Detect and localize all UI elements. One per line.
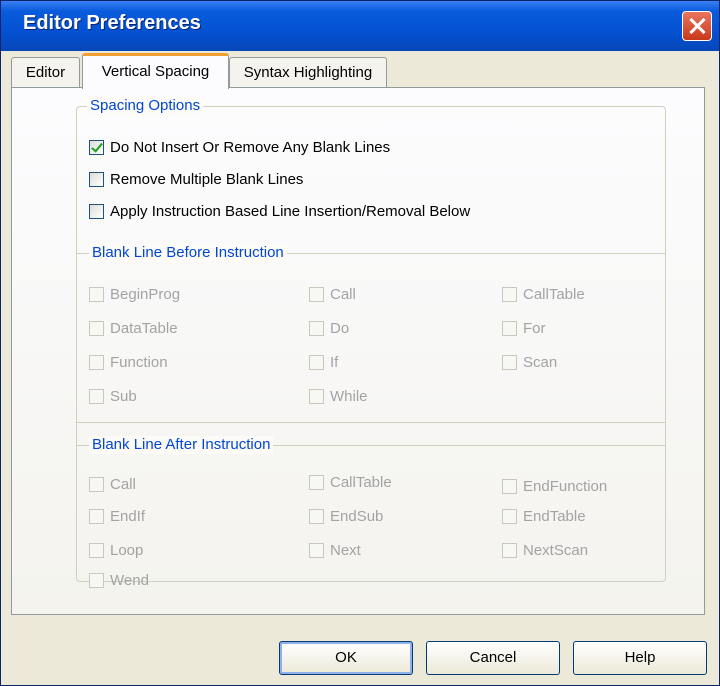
before-scan[interactable]: Scan bbox=[502, 354, 557, 371]
checkbox-icon[interactable] bbox=[309, 321, 324, 336]
checkbox-icon[interactable] bbox=[502, 355, 517, 370]
checkbox-icon[interactable] bbox=[309, 389, 324, 404]
tab-strip: Editor Vertical Spacing Syntax Highlight… bbox=[1, 51, 719, 89]
checkbox-icon[interactable] bbox=[89, 287, 104, 302]
before-calltable[interactable]: CallTable bbox=[502, 286, 585, 303]
checkbox-icon[interactable] bbox=[309, 287, 324, 302]
checkbox-icon[interactable] bbox=[309, 509, 324, 524]
checkbox-icon[interactable] bbox=[89, 573, 104, 588]
tab-vertical-spacing[interactable]: Vertical Spacing bbox=[82, 53, 229, 89]
before-call[interactable]: Call bbox=[309, 286, 356, 303]
vertical-spacing-pane: Spacing Options Do Not Insert Or Remove … bbox=[11, 87, 705, 615]
checkbox-apply-instruction-based[interactable]: Apply Instruction Based Line Insertion/R… bbox=[89, 203, 470, 220]
checkbox-icon[interactable] bbox=[89, 355, 104, 370]
after-wend[interactable]: Wend bbox=[89, 572, 149, 589]
after-call[interactable]: Call bbox=[89, 476, 136, 493]
checkbox-icon[interactable] bbox=[89, 204, 104, 219]
close-icon[interactable] bbox=[682, 11, 712, 41]
after-endfunction[interactable]: EndFunction bbox=[502, 478, 607, 495]
checkbox-icon[interactable] bbox=[89, 321, 104, 336]
spacing-options-group: Spacing Options Do Not Insert Or Remove … bbox=[76, 97, 666, 589]
checkbox-icon[interactable] bbox=[89, 477, 104, 492]
checkbox-icon[interactable] bbox=[89, 172, 104, 187]
title-bar[interactable]: Editor Preferences bbox=[1, 1, 719, 51]
after-calltable[interactable]: CallTable bbox=[309, 474, 392, 491]
blank-before-group: Blank Line Before Instruction BeginProg … bbox=[77, 244, 665, 423]
before-while[interactable]: While bbox=[309, 388, 368, 405]
before-function[interactable]: Function bbox=[89, 354, 168, 371]
window-title: Editor Preferences bbox=[23, 12, 201, 34]
checkbox-icon[interactable] bbox=[89, 543, 104, 558]
before-for[interactable]: For bbox=[502, 320, 546, 337]
before-datatable[interactable]: DataTable bbox=[89, 320, 178, 337]
checkbox-icon[interactable] bbox=[502, 509, 517, 524]
after-loop[interactable]: Loop bbox=[89, 542, 143, 559]
before-sub[interactable]: Sub bbox=[89, 388, 137, 405]
editor-preferences-dialog: Editor Preferences Editor Vertical Spaci… bbox=[0, 0, 720, 686]
tab-editor[interactable]: Editor bbox=[11, 57, 80, 87]
blank-after-label: Blank Line After Instruction bbox=[89, 436, 274, 454]
checkbox-icon[interactable] bbox=[309, 543, 324, 558]
after-endif[interactable]: EndIf bbox=[89, 508, 145, 525]
checkbox-icon[interactable] bbox=[502, 543, 517, 558]
checkbox-icon[interactable] bbox=[502, 321, 517, 336]
blank-after-group: Blank Line After Instruction Call CallTa… bbox=[77, 436, 665, 589]
blank-before-label: Blank Line Before Instruction bbox=[89, 244, 287, 262]
after-nextscan[interactable]: NextScan bbox=[502, 542, 588, 559]
checkbox-checked-icon[interactable] bbox=[89, 140, 104, 155]
checkbox-icon[interactable] bbox=[309, 475, 324, 490]
checkbox-icon[interactable] bbox=[89, 389, 104, 404]
checkbox-icon[interactable] bbox=[89, 509, 104, 524]
before-beginprog[interactable]: BeginProg bbox=[89, 286, 180, 303]
after-next[interactable]: Next bbox=[309, 542, 361, 559]
ok-button[interactable]: OK bbox=[279, 641, 413, 675]
checkbox-icon[interactable] bbox=[502, 287, 517, 302]
tab-syntax-highlighting[interactable]: Syntax Highlighting bbox=[229, 57, 387, 87]
checkbox-icon[interactable] bbox=[309, 355, 324, 370]
help-button[interactable]: Help bbox=[573, 641, 707, 675]
cancel-button[interactable]: Cancel bbox=[426, 641, 560, 675]
checkbox-no-insert-remove[interactable]: Do Not Insert Or Remove Any Blank Lines bbox=[89, 139, 390, 156]
checkbox-icon[interactable] bbox=[502, 479, 517, 494]
after-endsub[interactable]: EndSub bbox=[309, 508, 383, 525]
after-endtable[interactable]: EndTable bbox=[502, 508, 586, 525]
spacing-options-label: Spacing Options bbox=[87, 97, 204, 115]
before-if[interactable]: If bbox=[309, 354, 338, 371]
checkbox-remove-multiple[interactable]: Remove Multiple Blank Lines bbox=[89, 171, 303, 188]
before-do[interactable]: Do bbox=[309, 320, 349, 337]
